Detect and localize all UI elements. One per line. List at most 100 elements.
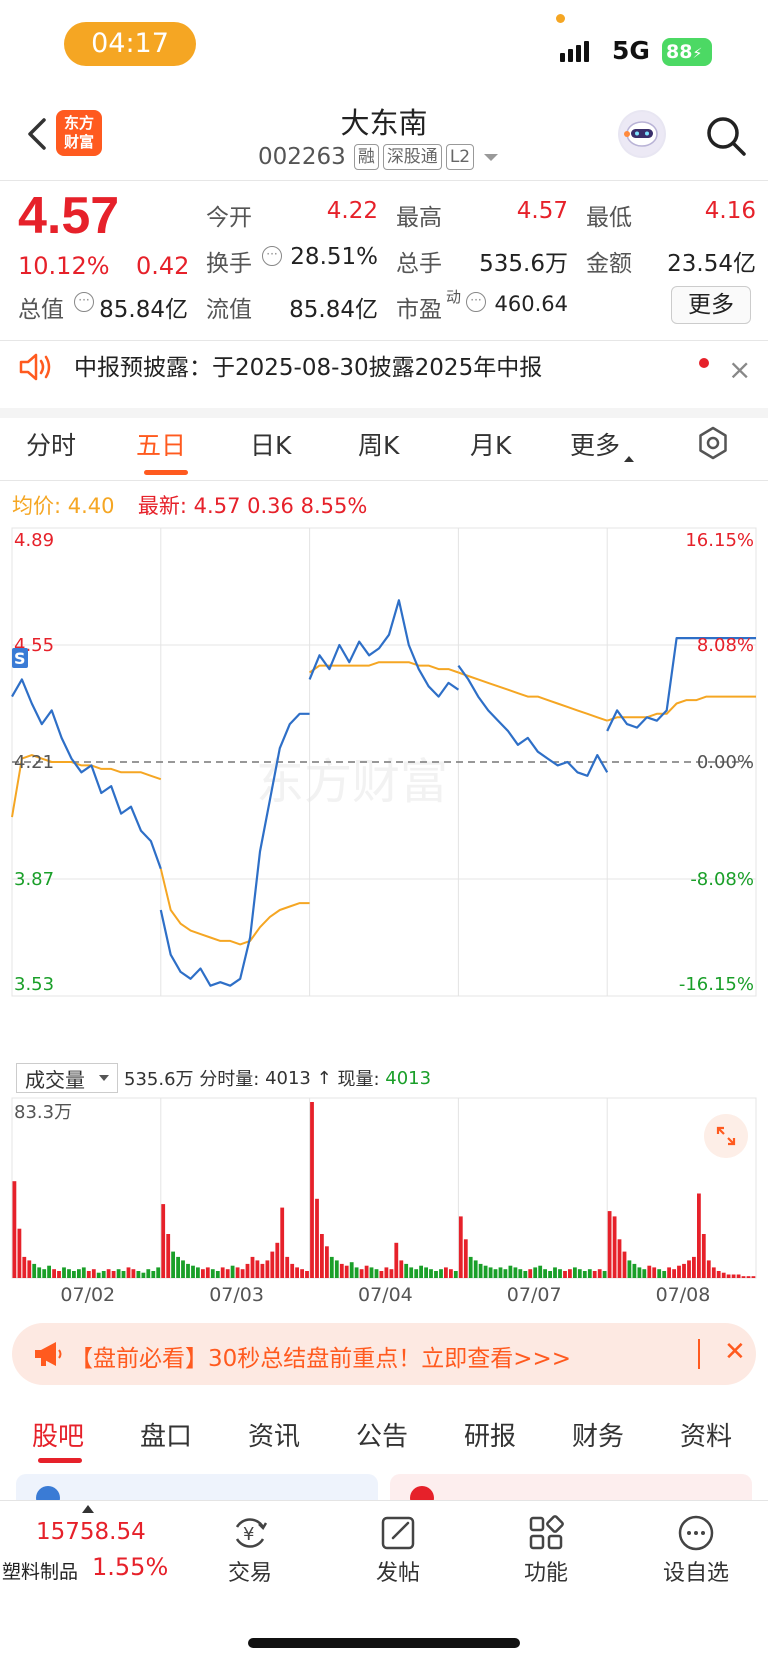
card-peek-left[interactable]: [16, 1474, 378, 1510]
close-icon[interactable]: ×: [728, 356, 751, 384]
info-icon[interactable]: ···: [262, 246, 282, 266]
volume-bar: [592, 1271, 597, 1278]
volume-bar: [329, 1256, 334, 1278]
volume-bar: [67, 1269, 71, 1278]
percent-tick-label: -16.15%: [679, 974, 754, 995]
trade-button[interactable]: ¥ 交易: [210, 1513, 290, 1587]
volume-bar: [161, 1204, 166, 1278]
last-price: 4.57: [18, 187, 120, 245]
sector-change[interactable]: 1.55%: [92, 1553, 168, 1581]
banner-close-icon[interactable]: ✕: [724, 1337, 746, 1367]
connect-tag: 深股通: [382, 144, 442, 170]
market-cap-value: 85.84亿: [99, 297, 188, 323]
volume-bar: [503, 1269, 508, 1278]
volume-bar: [622, 1251, 627, 1278]
tab-guba[interactable]: 股吧: [32, 1416, 84, 1453]
tab-profile[interactable]: 资料: [680, 1416, 732, 1453]
yuan-exchange-icon: ¥: [235, 1518, 268, 1548]
status-time[interactable]: 04:17: [64, 22, 196, 66]
index-up-icon: [82, 1505, 94, 1513]
volume-bar: [305, 1271, 309, 1278]
info-icon[interactable]: ···: [74, 292, 94, 312]
volume-bar: [488, 1267, 493, 1278]
volume-bar: [751, 1276, 756, 1278]
date-tick-label: 07/08: [655, 1284, 711, 1306]
change-percent: 10.12%: [18, 252, 110, 280]
volume-bar: [166, 1234, 171, 1278]
volume-bar: [597, 1269, 602, 1278]
volume-bar: [721, 1272, 726, 1278]
volume-chart[interactable]: 83.3万: [0, 1096, 768, 1280]
tab-monthly-k[interactable]: 月K: [470, 426, 511, 462]
latest-change: 0.36: [247, 494, 294, 518]
volume-bar: [458, 1216, 463, 1278]
tick-volume-label: 分时量:: [199, 1069, 260, 1090]
float-cap-value: 85.84亿: [289, 297, 378, 323]
volume-bar: [191, 1265, 195, 1278]
date-tick-label: 07/04: [358, 1284, 413, 1306]
functions-button[interactable]: 功能: [506, 1513, 586, 1587]
promo-banner[interactable]: 【盘前必看】30秒总结盘前重点！立即查看>>> ✕: [12, 1323, 756, 1385]
tab-more[interactable]: 更多: [570, 426, 635, 462]
five-day-price-chart[interactable]: 东方财富 4.89 16.15%4.55 8.08%4.21 0.00%3.87 -8.…: [0, 520, 768, 1060]
info-icon[interactable]: ···: [466, 292, 486, 312]
average-price-line: [159, 868, 310, 946]
volume-bar: [156, 1267, 161, 1278]
sector-index-value[interactable]: 15758.54: [36, 1519, 146, 1545]
tab-research[interactable]: 研报: [464, 1416, 516, 1453]
post-button[interactable]: 发帖: [358, 1513, 438, 1587]
tab-five-day[interactable]: 五日: [136, 426, 186, 462]
disclosure-notice[interactable]: 中报预披露：于2025-08-30披露2025年中报 ×: [0, 342, 768, 408]
volume-bar: [657, 1269, 662, 1278]
price-line: [308, 599, 460, 698]
volume-max-label: 83.3万: [14, 1102, 72, 1123]
gear-icon[interactable]: [696, 426, 730, 460]
margin-tag: 融: [353, 144, 379, 170]
robot-assistant-icon[interactable]: [618, 110, 666, 158]
indicator-select[interactable]: 成交量: [16, 1063, 118, 1093]
tab-announcements[interactable]: 公告: [356, 1416, 408, 1453]
volume-bar: [186, 1263, 190, 1278]
volume-bar: [201, 1269, 205, 1278]
volume-bar: [429, 1269, 433, 1278]
watchlist-button[interactable]: 设自选: [654, 1513, 738, 1587]
caret-icon: [624, 456, 635, 462]
volume-bar: [642, 1269, 647, 1278]
volume-bar: [310, 1102, 314, 1278]
volume-bar: [449, 1269, 453, 1278]
volume-bar: [240, 1269, 245, 1278]
tab-weekly-k[interactable]: 周K: [358, 426, 399, 462]
sector-name[interactable]: 塑料制品: [2, 1557, 78, 1584]
volume-bar: [205, 1267, 210, 1278]
status-bar: 04:17 5G 88⚡: [0, 0, 768, 90]
volume-bar: [320, 1234, 324, 1278]
home-indicator: [248, 1638, 520, 1648]
volume-bar: [196, 1267, 200, 1278]
battery-level: 88: [666, 41, 693, 63]
tab-financials[interactable]: 财务: [572, 1416, 624, 1453]
volume-bar: [230, 1265, 235, 1278]
volume-bar: [716, 1271, 721, 1278]
tab-news[interactable]: 资讯: [248, 1416, 300, 1453]
volume-bar: [414, 1269, 419, 1278]
high-value: 4.57: [516, 198, 568, 224]
volume-bar: [210, 1269, 215, 1278]
percent-tick-label: 0.00%: [697, 752, 754, 773]
tab-daily-k[interactable]: 日K: [250, 426, 291, 462]
low-label: 最低: [586, 205, 632, 231]
expand-icon[interactable]: [704, 1114, 748, 1158]
search-icon[interactable]: [704, 114, 748, 158]
tab-order-book[interactable]: 盘口: [140, 1416, 192, 1453]
more-button[interactable]: 更多: [671, 286, 751, 324]
stock-code-row[interactable]: 002263 融 深股通 L2: [258, 144, 499, 170]
tab-intraday[interactable]: 分时: [26, 426, 76, 462]
volume-bar: [473, 1260, 478, 1278]
volume-bar: [741, 1276, 746, 1278]
section-gap: [0, 408, 768, 418]
volume-bar: [637, 1267, 642, 1278]
volume-bar: [662, 1271, 667, 1278]
volume-bar: [518, 1269, 523, 1278]
card-peek-right[interactable]: [390, 1474, 752, 1510]
volume-bar: [290, 1263, 295, 1278]
volume-bar: [52, 1269, 56, 1278]
